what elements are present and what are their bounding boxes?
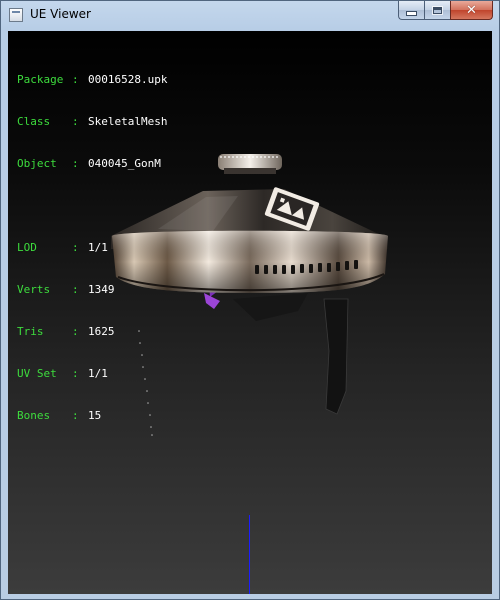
- close-icon: ✕: [466, 2, 477, 18]
- window-title: UE Viewer: [30, 7, 91, 21]
- close-button[interactable]: ✕: [450, 1, 493, 20]
- app-window: UE Viewer ✕ Package:00016528.upk Class: S…: [0, 0, 500, 600]
- title-bar[interactable]: UE Viewer ✕: [1, 1, 499, 31]
- app-icon[interactable]: [9, 8, 23, 22]
- dotted-string-left: [138, 330, 153, 436]
- maximize-icon: [432, 5, 443, 15]
- minimize-button[interactable]: [398, 1, 424, 20]
- hat-mesh-render[interactable]: [8, 31, 492, 594]
- caption-buttons: ✕: [398, 1, 493, 21]
- 3d-viewport[interactable]: Package:00016528.upk Class: SkeletalMesh …: [8, 31, 492, 594]
- hanging-strap: [323, 298, 349, 415]
- maximize-button[interactable]: [424, 1, 450, 20]
- minimize-icon: [406, 10, 417, 16]
- z-axis-line: [249, 515, 250, 594]
